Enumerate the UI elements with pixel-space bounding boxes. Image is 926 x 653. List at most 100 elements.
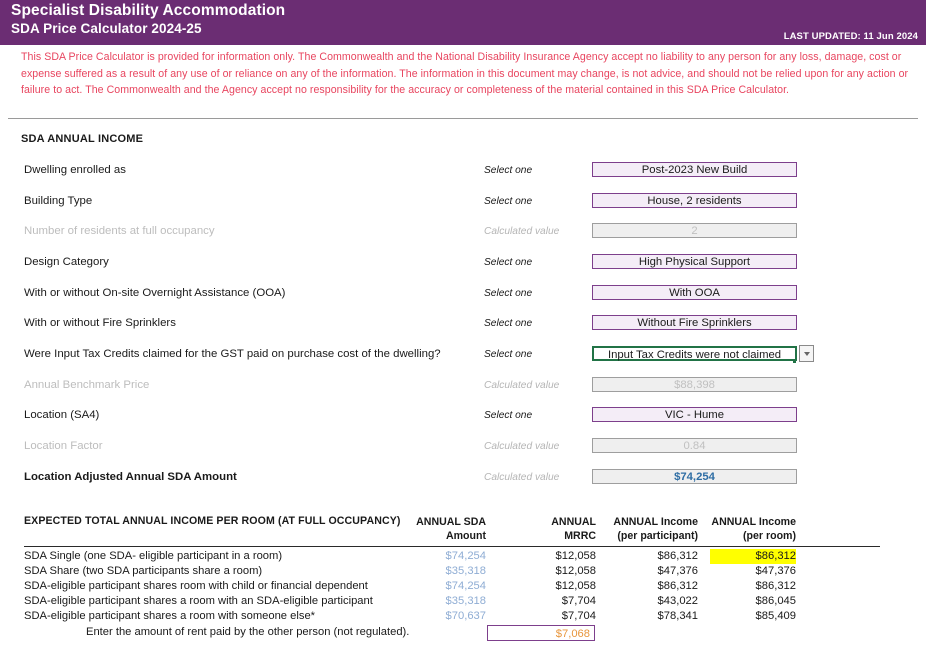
page-subtitle: SDA Price Calculator 2024-25	[11, 21, 202, 36]
field-label: Were Input Tax Credits claimed for the G…	[24, 345, 441, 364]
cell-fill-handle[interactable]	[793, 360, 796, 363]
cell-annual-sda-amount: $74,254	[400, 549, 486, 564]
input-tax-credits-select[interactable]: Input Tax Credits were not claimed	[592, 346, 797, 361]
rent-amount-input[interactable]: $7,068	[487, 625, 595, 641]
fire-sprinklers-select[interactable]: Without Fire Sprinklers	[592, 315, 797, 330]
field-hint: Select one	[484, 345, 532, 364]
field-hint: Calculated value	[484, 437, 559, 456]
field-label: Location (SA4)	[24, 406, 99, 425]
field-label: Dwelling enrolled as	[24, 161, 126, 180]
rent-note-label: Enter the amount of rent paid by the oth…	[86, 625, 409, 640]
row-label: SDA-eligible participant shares a room w…	[24, 594, 373, 609]
cell-income-per-participant: $86,312	[612, 579, 698, 594]
field-hint: Select one	[484, 314, 532, 333]
column-header-annual-income-per-participant: ANNUAL Income (per participant)	[598, 515, 698, 543]
row-label: SDA-eligible participant shares a room w…	[24, 609, 315, 624]
design-category-select[interactable]: High Physical Support	[592, 254, 797, 269]
building-type-select[interactable]: House, 2 residents	[592, 193, 797, 208]
cell-annual-sda-amount: $35,318	[400, 594, 486, 609]
cell-annual-mrrc: $7,704	[510, 609, 596, 624]
form-row-fire-sprinklers: With or without Fire Sprinklers Select o…	[0, 314, 926, 333]
cell-income-per-participant: $78,341	[612, 609, 698, 624]
form-row-number-of-residents: Number of residents at full occupancy Ca…	[0, 222, 926, 241]
table-header-divider	[24, 546, 880, 547]
column-header-annual-mrrc: ANNUAL MRRC	[510, 515, 596, 543]
field-label: Location Factor	[24, 437, 103, 456]
field-label: Number of residents at full occupancy	[24, 222, 215, 241]
column-header-line1: ANNUAL SDA	[400, 515, 486, 529]
cell-annual-sda-amount: $74,254	[400, 579, 486, 594]
column-header-line1: ANNUAL Income	[700, 515, 796, 529]
field-label: With or without Fire Sprinklers	[24, 314, 176, 333]
field-label: Design Category	[24, 253, 109, 272]
cell-income-per-room: $86,045	[710, 594, 796, 609]
row-label: SDA Share (two SDA participants share a …	[24, 564, 262, 579]
chevron-down-icon[interactable]	[799, 345, 814, 362]
field-hint: Select one	[484, 284, 532, 303]
cell-annual-sda-amount: $70,637	[400, 609, 486, 624]
form-row-input-tax-credits: Were Input Tax Credits claimed for the G…	[0, 345, 926, 364]
field-hint: Calculated value	[484, 222, 559, 241]
table-row: SDA-eligible participant shares a room w…	[0, 594, 926, 609]
number-of-residents-value: 2	[592, 223, 797, 238]
disclaimer-text: This SDA Price Calculator is provided fo…	[21, 49, 921, 99]
field-hint: Select one	[484, 406, 532, 425]
form-row-design-category: Design Category Select one High Physical…	[0, 253, 926, 272]
cell-income-per-room: $86,312	[710, 549, 796, 564]
page-banner: Specialist Disability Accommodation SDA …	[0, 0, 926, 45]
table-row: SDA-eligible participant shares a room w…	[0, 609, 926, 624]
table-row: SDA-eligible participant shares room wit…	[0, 579, 926, 594]
cell-annual-sda-amount: $35,318	[400, 564, 486, 579]
dwelling-enrolled-as-select[interactable]: Post-2023 New Build	[592, 162, 797, 177]
table-row-rent-entry: Enter the amount of rent paid by the oth…	[0, 625, 926, 640]
table-title: EXPECTED TOTAL ANNUAL INCOME PER ROOM (A…	[24, 515, 400, 527]
form-row-location-factor: Location Factor Calculated value 0.84	[0, 437, 926, 456]
last-updated-label: LAST UPDATED: 11 Jun 2024	[784, 31, 918, 42]
cell-income-per-participant: $86,312	[612, 549, 698, 564]
form-row-ooa: With or without On-site Overnight Assist…	[0, 284, 926, 303]
form-row-dwelling-enrolled-as: Dwelling enrolled as Select one Post-202…	[0, 161, 926, 180]
column-header-line2: (per participant)	[598, 529, 698, 543]
field-hint: Select one	[484, 253, 532, 272]
ooa-select[interactable]: With OOA	[592, 285, 797, 300]
field-hint: Calculated value	[484, 468, 559, 487]
cell-income-per-room: $85,409	[710, 609, 796, 624]
field-hint: Calculated value	[484, 376, 559, 395]
column-header-line2: MRRC	[510, 529, 596, 543]
location-adjusted-annual-sda-amount-value: $74,254	[592, 469, 797, 484]
column-header-annual-sda-amount: ANNUAL SDA Amount	[400, 515, 486, 543]
cell-annual-mrrc: $12,058	[510, 564, 596, 579]
cell-annual-mrrc: $12,058	[510, 549, 596, 564]
field-hint: Select one	[484, 192, 532, 211]
form-row-location-sa4: Location (SA4) Select one VIC - Hume	[0, 406, 926, 425]
section-heading-sda-annual-income: SDA ANNUAL INCOME	[21, 133, 143, 145]
annual-benchmark-price-value: $88,398	[592, 377, 797, 392]
cell-annual-mrrc: $12,058	[510, 579, 596, 594]
page-title: Specialist Disability Accommodation	[11, 2, 285, 20]
table-row: SDA Share (two SDA participants share a …	[0, 564, 926, 579]
cell-income-per-room: $86,312	[710, 579, 796, 594]
cell-annual-mrrc: $7,704	[510, 594, 596, 609]
location-factor-value: 0.84	[592, 438, 797, 453]
field-label: With or without On-site Overnight Assist…	[24, 284, 285, 303]
row-label: SDA-eligible participant shares room wit…	[24, 579, 368, 594]
column-header-line1: ANNUAL Income	[598, 515, 698, 529]
row-label: SDA Single (one SDA- eligible participan…	[24, 549, 282, 564]
field-label: Location Adjusted Annual SDA Amount	[24, 468, 237, 487]
location-sa4-select[interactable]: VIC - Hume	[592, 407, 797, 422]
field-label: Annual Benchmark Price	[24, 376, 149, 395]
form-row-location-adjusted-annual-sda-amount: Location Adjusted Annual SDA Amount Calc…	[0, 468, 926, 487]
column-header-line2: (per room)	[700, 529, 796, 543]
column-header-line1: ANNUAL	[510, 515, 596, 529]
field-hint: Select one	[484, 161, 532, 180]
cell-income-per-participant: $43,022	[612, 594, 698, 609]
cell-income-per-participant: $47,376	[612, 564, 698, 579]
column-header-annual-income-per-room: ANNUAL Income (per room)	[700, 515, 796, 543]
field-label: Building Type	[24, 192, 92, 211]
table-row: SDA Single (one SDA- eligible participan…	[0, 549, 926, 564]
column-header-line2: Amount	[400, 529, 486, 543]
cell-income-per-room: $47,376	[710, 564, 796, 579]
form-row-building-type: Building Type Select one House, 2 reside…	[0, 192, 926, 211]
disclaimer-divider	[8, 118, 918, 119]
form-row-annual-benchmark-price: Annual Benchmark Price Calculated value …	[0, 376, 926, 395]
